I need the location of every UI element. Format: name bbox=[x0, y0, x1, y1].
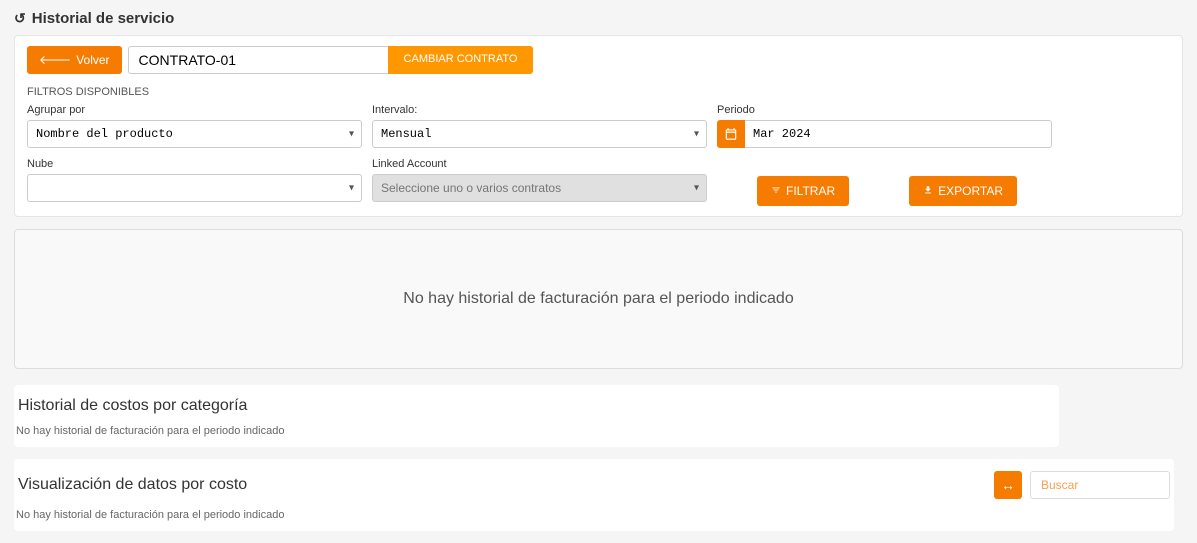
interval-label: Intervalo: bbox=[372, 104, 707, 116]
arrows-h-icon: ↔ bbox=[1001, 477, 1015, 493]
group-by-select[interactable] bbox=[27, 120, 362, 148]
contract-input[interactable] bbox=[128, 46, 388, 74]
change-contract-label: CAMBIAR CONTRATO bbox=[404, 52, 518, 67]
back-button-label: Volver bbox=[76, 52, 109, 69]
export-button[interactable]: EXPORTAR bbox=[909, 176, 1017, 206]
filter-actions: FILTRAR EXPORTAR bbox=[717, 158, 1052, 206]
page-title: Historial de servicio bbox=[32, 10, 175, 27]
cost-visualization-note: No hay historial de facturación para el … bbox=[16, 509, 1170, 531]
linked-account-label: Linked Account bbox=[372, 158, 707, 170]
period-field: Periodo bbox=[717, 104, 1052, 148]
interval-select[interactable] bbox=[372, 120, 707, 148]
category-cost-panel: Historial de costos por categoría No hay… bbox=[14, 385, 1059, 447]
back-button[interactable]: 🡐 Volver bbox=[27, 46, 122, 74]
period-input[interactable] bbox=[745, 120, 1052, 148]
cost-visualization-title: Visualización de datos por costo bbox=[18, 476, 247, 494]
calendar-icon[interactable] bbox=[717, 120, 745, 148]
change-contract-button[interactable]: CAMBIAR CONTRATO bbox=[388, 46, 534, 74]
period-label: Periodo bbox=[717, 104, 1052, 116]
arrow-left-icon: 🡐 bbox=[39, 52, 71, 69]
filters-section-label: FILTROS DISPONIBLES bbox=[27, 86, 1170, 98]
cloud-select[interactable] bbox=[27, 174, 362, 202]
billing-history-panel: No hay historial de facturación para el … bbox=[14, 229, 1183, 369]
export-button-label: EXPORTAR bbox=[938, 183, 1003, 200]
filter-button[interactable]: FILTRAR bbox=[757, 176, 849, 206]
page-header: ↺ Historial de servicio bbox=[0, 0, 1197, 35]
download-icon bbox=[923, 183, 933, 200]
filter-icon bbox=[771, 183, 781, 200]
interval-field: Intervalo: bbox=[372, 104, 707, 148]
linked-account-select[interactable] bbox=[372, 174, 707, 202]
group-by-label: Agrupar por bbox=[27, 104, 362, 116]
cost-visualization-panel: Visualización de datos por costo ↔ No ha… bbox=[14, 459, 1174, 531]
history-icon: ↺ bbox=[14, 10, 26, 27]
filter-button-label: FILTRAR bbox=[786, 183, 835, 200]
filters-panel: 🡐 Volver CAMBIAR CONTRATO FILTROS DISPON… bbox=[14, 35, 1183, 217]
cloud-label: Nube bbox=[27, 158, 362, 170]
expand-button[interactable]: ↔ bbox=[994, 471, 1022, 499]
group-by-field: Agrupar por bbox=[27, 104, 362, 148]
cloud-field: Nube bbox=[27, 158, 362, 206]
category-cost-note: No hay historial de facturación para el … bbox=[16, 425, 1055, 447]
search-input[interactable] bbox=[1030, 471, 1170, 499]
category-cost-title: Historial de costos por categoría bbox=[18, 397, 247, 415]
linked-account-field: Linked Account bbox=[372, 158, 707, 206]
empty-state-message: No hay historial de facturación para el … bbox=[403, 290, 793, 308]
